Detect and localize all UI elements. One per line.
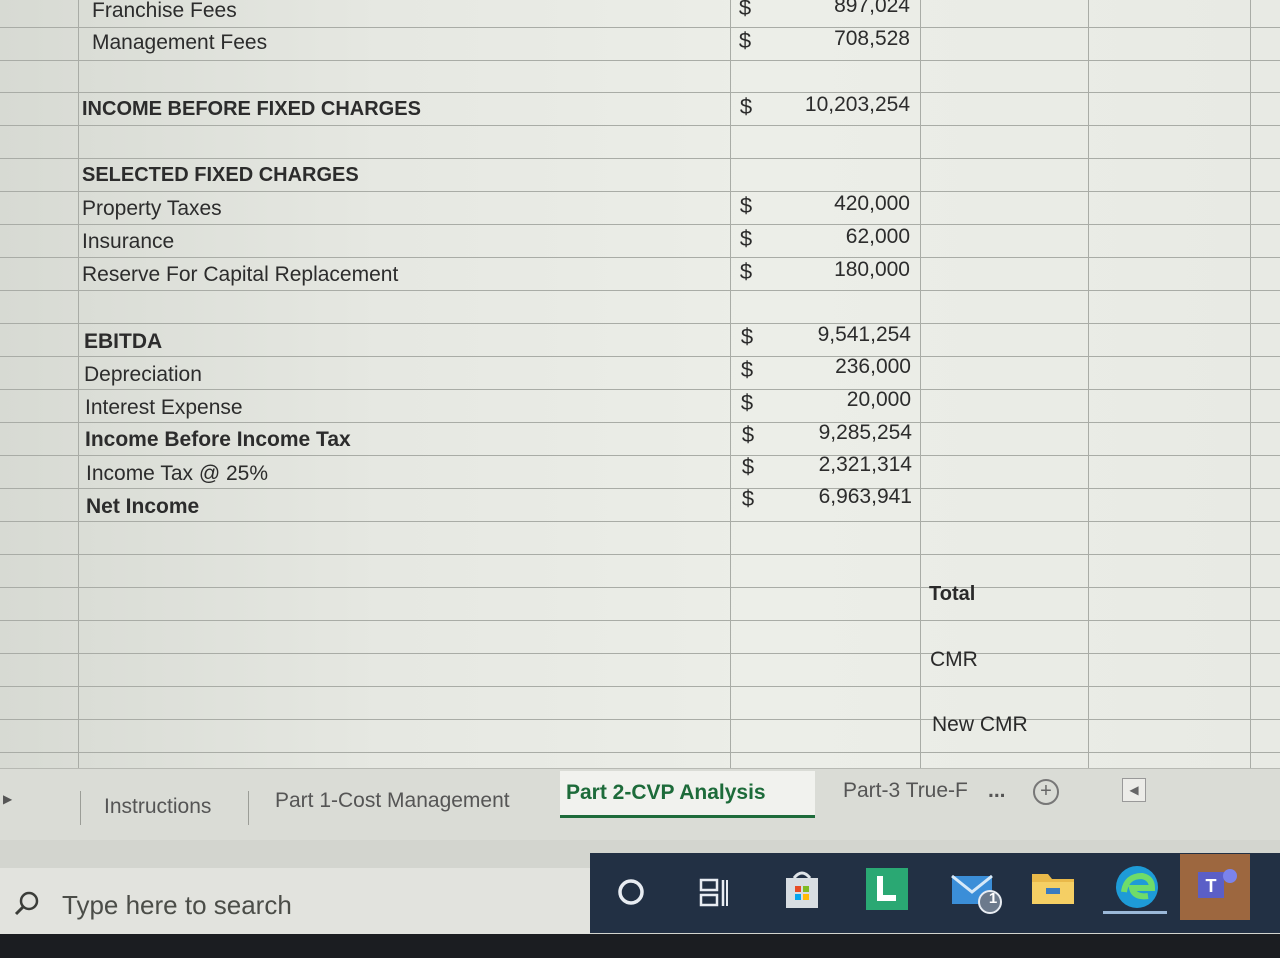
value-insurance[interactable]: 62,000 xyxy=(770,224,910,250)
tab-scroll-left-button[interactable]: ◀ xyxy=(1122,778,1146,802)
tab-part-3-true-f[interactable]: Part-3 True-F xyxy=(837,769,974,813)
taskbar-search-placeholder[interactable]: Type here to search xyxy=(62,890,292,921)
label-interest-expense[interactable]: Interest Expense xyxy=(85,395,243,421)
add-sheet-button[interactable]: + xyxy=(1033,779,1059,805)
label-selected-fixed-charges[interactable]: SELECTED FIXED CHARGES xyxy=(82,162,359,188)
label-income-before-income-tax[interactable]: Income Before Income Tax xyxy=(85,427,351,453)
tab-separator xyxy=(248,791,249,825)
tab-part-2-cvp-analysis[interactable]: Part 2-CVP Analysis xyxy=(560,771,815,818)
sheet-tab-bar: Instructions Part 1-Cost Management Part… xyxy=(0,768,1280,841)
dollar-sign: $ xyxy=(738,28,752,53)
dollar-sign: $ xyxy=(741,422,755,447)
screen-bezel xyxy=(0,934,1280,958)
gridline xyxy=(1250,0,1251,780)
cortana-icon[interactable] xyxy=(615,876,647,908)
gridline xyxy=(78,0,79,780)
value-interest-expense[interactable]: 20,000 xyxy=(771,387,911,413)
value-net-income[interactable]: 6,963,941 xyxy=(772,484,912,510)
tab-part-1-cost-management[interactable]: Part 1-Cost Management xyxy=(269,779,516,823)
row-arrow-icon: ▶ xyxy=(3,792,13,806)
dollar-sign: $ xyxy=(740,390,754,415)
value-income-tax[interactable]: 2,321,314 xyxy=(772,452,912,478)
label-property-taxes[interactable]: Property Taxes xyxy=(82,196,222,222)
tab-instructions[interactable]: Instructions xyxy=(98,785,217,829)
tab-separator xyxy=(80,791,81,825)
label-management-fees[interactable]: Management Fees xyxy=(92,30,267,56)
tab-overflow-ellipsis[interactable]: ... xyxy=(982,769,1012,813)
dollar-sign: $ xyxy=(739,259,753,284)
dollar-sign: $ xyxy=(740,324,754,349)
dollar-sign: $ xyxy=(739,193,753,218)
edge-active-indicator xyxy=(1103,911,1167,914)
label-insurance[interactable]: Insurance xyxy=(82,229,174,255)
svg-text:T: T xyxy=(1206,876,1217,896)
value-depreciation[interactable]: 236,000 xyxy=(771,354,911,380)
taskbar xyxy=(590,853,1280,933)
edge-icon[interactable] xyxy=(1112,862,1162,912)
gridline xyxy=(920,0,921,780)
store-icon[interactable] xyxy=(780,868,824,912)
dollar-sign: $ xyxy=(739,94,753,119)
gridline xyxy=(1088,0,1089,780)
label-net-income[interactable]: Net Income xyxy=(86,494,199,520)
value-income-before-income-tax[interactable]: 9,285,254 xyxy=(772,420,912,446)
label-reserve-for-capital-replacement[interactable]: Reserve For Capital Replacement xyxy=(82,262,398,288)
value-income-before-fixed-charges[interactable]: 10,203,254 xyxy=(770,92,910,118)
label-ebitda[interactable]: EBITDA xyxy=(84,329,162,355)
note-new-cmr[interactable]: New CMR xyxy=(932,712,1028,738)
value-management-fees[interactable]: 708,528 xyxy=(770,26,910,52)
label-income-before-fixed-charges[interactable]: INCOME BEFORE FIXED CHARGES xyxy=(82,96,421,122)
dollar-sign: $ xyxy=(741,454,755,479)
value-reserve-for-capital-replacement[interactable]: 180,000 xyxy=(770,257,910,283)
label-franchise-fees[interactable]: Franchise Fees xyxy=(92,0,237,24)
label-income-tax[interactable]: Income Tax @ 25% xyxy=(86,461,268,487)
file-explorer-icon[interactable] xyxy=(1030,868,1076,908)
value-property-taxes[interactable]: 420,000 xyxy=(770,191,910,217)
teams-icon[interactable]: T xyxy=(1180,854,1250,920)
dollar-sign: $ xyxy=(740,357,754,382)
dollar-sign: $ xyxy=(739,226,753,251)
value-ebitda[interactable]: 9,541,254 xyxy=(771,322,911,348)
task-view-icon[interactable] xyxy=(697,876,731,910)
note-cmr[interactable]: CMR xyxy=(930,647,978,673)
spreadsheet-grid[interactable]: Franchise Fees Management Fees INCOME BE… xyxy=(0,0,1280,780)
mail-badge: 1 xyxy=(988,890,998,907)
dollar-sign: $ xyxy=(741,486,755,511)
label-depreciation[interactable]: Depreciation xyxy=(84,362,202,388)
value-franchise-fees[interactable]: 897,024 xyxy=(770,0,910,19)
search-icon xyxy=(14,891,39,916)
dollar-sign: $ xyxy=(738,0,752,20)
note-total[interactable]: Total xyxy=(929,581,975,607)
l-app-icon[interactable] xyxy=(864,866,910,912)
